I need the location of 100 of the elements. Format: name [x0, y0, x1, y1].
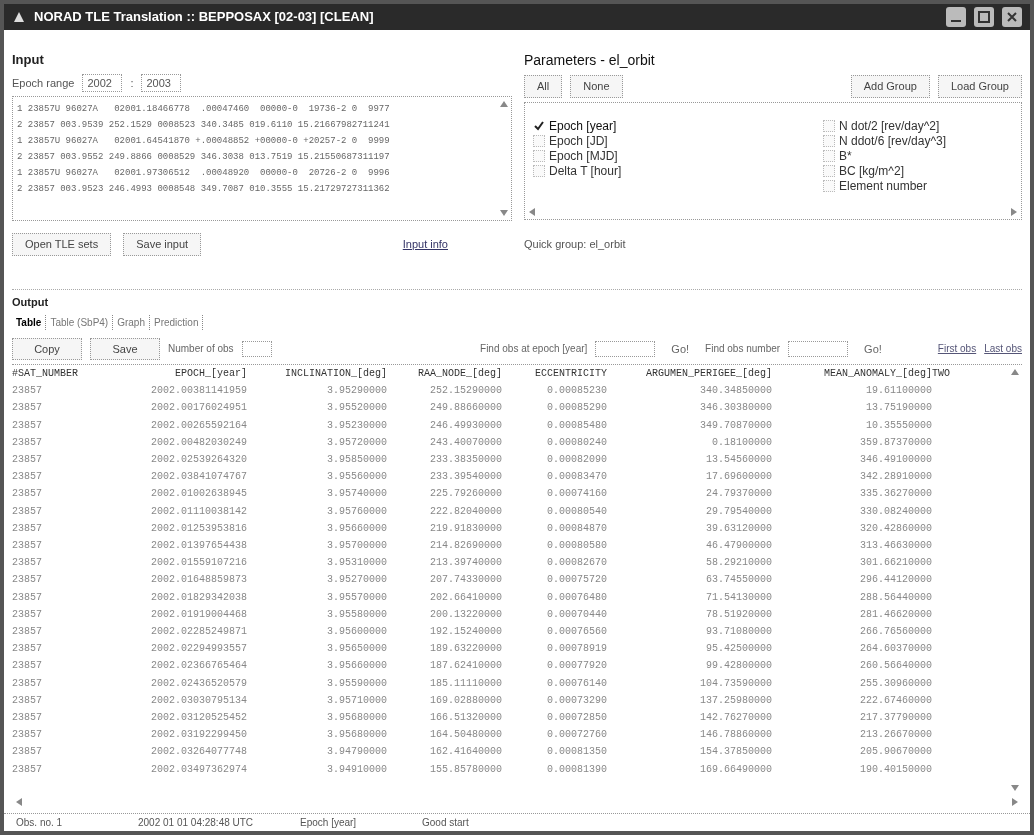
table-cell-text: 23857 [12, 659, 43, 674]
table-cell-text: 359.87370000 [859, 435, 932, 450]
table-cell-text: 2002.01559107216 [150, 556, 247, 571]
table-cell-text: 233.38350000 [429, 453, 502, 467]
epoch-to-field[interactable]: 2003 [141, 73, 182, 92]
table-cell-text: 13.54560000 [705, 453, 772, 467]
last-link[interactable]: Last obs [984, 341, 1022, 357]
tle-line: 1 23857U 96027A 02001.97306512 .00048920 00000-0 20726-2 0 9996 [17, 167, 391, 180]
group-button[interactable]: None [570, 75, 623, 98]
table-cell-text: 0.00075720 [546, 573, 607, 588]
table-cell-text: 190.40150000 [859, 762, 932, 777]
open-button[interactable]: Open TLE sets [12, 233, 112, 256]
scroll-right-icon [1011, 207, 1017, 216]
table-cell-text: 0.00080240 [546, 435, 607, 450]
tab[interactable]: Graph [113, 314, 150, 330]
table-cell-text: 2002.01919004468 [150, 607, 247, 622]
table-cell-text: 217.37790000 [859, 711, 932, 726]
table-cell-text: 23857 [12, 521, 43, 536]
group-button[interactable]: Load Group [937, 75, 1022, 98]
go-button[interactable]: Go! [663, 340, 698, 357]
number-field[interactable] [241, 340, 272, 357]
check-icon [534, 121, 544, 131]
table-cell-text: 23857 [12, 711, 43, 726]
go-button[interactable]: Go! [856, 340, 890, 357]
table-cell-text: 213.26670000 [859, 728, 932, 743]
table-cell-text: 296.44120000 [859, 573, 932, 588]
table-cell-text: 2002.03120525452 [150, 711, 247, 726]
tab[interactable]: Prediction [150, 314, 204, 330]
table-cell-text: 137.25980000 [699, 693, 772, 708]
table-cell-text: 2002.02539264320 [150, 453, 247, 467]
minimize-icon[interactable] [946, 7, 966, 27]
table-cell-text: 2002.01002638945 [150, 487, 247, 502]
first-link[interactable]: First obs [937, 341, 977, 357]
table-cell-text: 0.00080580 [546, 539, 607, 554]
table-cell-text: 3.95680000 [326, 728, 387, 743]
table-cell-text: 23857 [12, 676, 43, 691]
group-button[interactable]: All [524, 75, 563, 98]
table-cell-text: 23857 [12, 384, 43, 399]
table-cell-text: 0.00081390 [546, 762, 607, 777]
table-cell-text: 3.95290000 [326, 384, 387, 399]
table-cell-text: 23857 [12, 590, 43, 605]
table-cell-text: 0.18100000 [711, 435, 772, 450]
table-cell-text: 340.34850000 [699, 384, 772, 399]
checkbox[interactable] [823, 165, 835, 177]
table-cell-text: 95.42500000 [705, 642, 772, 657]
epoch-search-field[interactable] [595, 340, 656, 357]
table-cell-text: 3.95660000 [326, 659, 387, 674]
status-text: Good start [422, 816, 469, 830]
checkbox[interactable] [823, 180, 835, 192]
window-title: NORAD TLE Translation :: BEPPOSAX [02-03] [CLEAN] [34, 8, 375, 27]
close-icon[interactable] [1002, 7, 1022, 27]
table-cell-text: 2002.01253953816 [150, 521, 247, 536]
table-cell-text: 142.76270000 [699, 711, 772, 726]
checkbox[interactable] [823, 120, 835, 132]
table-cell-text: 24.79370000 [705, 487, 772, 502]
copy-button[interactable]: Copy [12, 337, 82, 360]
checkbox[interactable] [533, 150, 545, 162]
table-cell-text: 104.73590000 [699, 676, 772, 691]
app-icon [12, 10, 26, 24]
info-link[interactable]: Input info [402, 236, 448, 253]
table-cell-text: 185.11110000 [429, 676, 502, 691]
epoch-from-field[interactable]: 2002 [82, 73, 123, 92]
table-cell-text: 3.95850000 [326, 453, 387, 467]
table-cell-text: 0.00072850 [546, 711, 607, 726]
checkbox[interactable] [533, 165, 545, 177]
tab[interactable]: Table (SbP4) [46, 314, 114, 330]
table-cell-text: 164.50480000 [429, 728, 502, 743]
table-cell-text: 281.46620000 [859, 607, 932, 622]
maximize-icon[interactable] [974, 7, 994, 27]
table-cell-text: 23857 [12, 625, 43, 640]
checkbox[interactable] [533, 120, 545, 132]
table-cell-text: 19.61100000 [865, 384, 932, 399]
scroll-down-icon [1011, 785, 1019, 791]
column-header: ARGUMEN_PERIGEE_[deg] [644, 367, 772, 381]
checkbox[interactable] [823, 150, 835, 162]
table-cell-text: 2002.03841074767 [150, 470, 247, 485]
table-cell-text: 63.74550000 [705, 573, 772, 588]
table-cell-text: 2002.00176024951 [150, 401, 247, 416]
table-cell-text: 2002.02294993557 [150, 642, 247, 657]
checkbox[interactable] [823, 135, 835, 147]
checkbox[interactable] [533, 135, 545, 147]
tle-line: 1 23857U 96027A 02001.18466778 .00047460 00000-0 19736-2 0 9977 [17, 103, 391, 116]
table-cell-text: 252.15290000 [429, 384, 502, 399]
group-button[interactable]: Add Group [850, 75, 930, 98]
table-cell-text: 187.62410000 [429, 659, 502, 674]
table-cell-text: 3.95520000 [326, 401, 387, 416]
table-cell-text: 202.66410000 [429, 590, 502, 605]
table-cell-text: 2002.01829342038 [150, 590, 247, 605]
table-cell-text: 2002.01397654438 [150, 539, 247, 554]
table-cell-text: 71.54130000 [705, 590, 772, 605]
parameter-label: N dot/2 [rev/day^2] [839, 118, 940, 135]
tle-line: 2 23857 003.9552 249.8866 0008529 346.3038 013.7519 15.21550687311197 [17, 151, 391, 164]
table-cell-text: 301.66210000 [859, 556, 932, 571]
table-cell-text: 23857 [12, 762, 43, 777]
table-cell-text: 23857 [12, 504, 43, 519]
save-button[interactable]: Save [90, 337, 160, 360]
number-search-field[interactable] [788, 340, 849, 357]
table-cell-text: 313.46630000 [859, 539, 932, 554]
save-button[interactable]: Save input [123, 233, 202, 256]
table-cell-text: 154.37850000 [699, 745, 772, 760]
